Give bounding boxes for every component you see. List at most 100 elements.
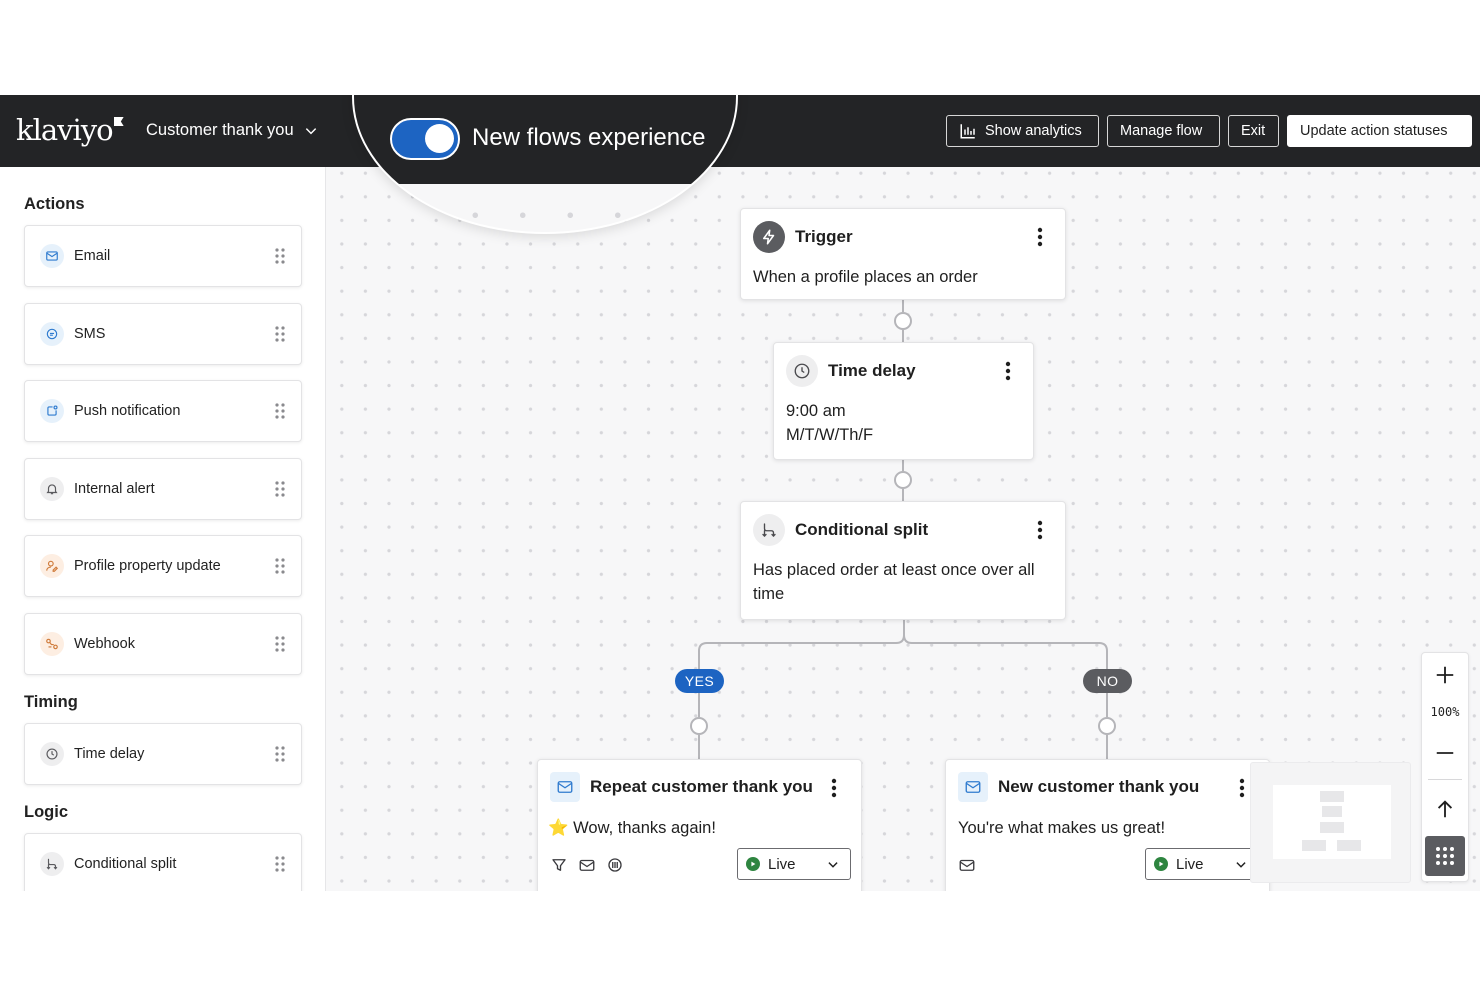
split-icon (753, 514, 785, 546)
sidebar-item-label: Conditional split (74, 856, 177, 872)
manage-flow-button[interactable]: Manage flow (1107, 115, 1220, 147)
minimap-toggle-button[interactable] (1425, 836, 1465, 876)
conditional-split-title: Conditional split (795, 520, 929, 539)
sidebar-item-label: SMS (74, 326, 106, 342)
bell-icon (40, 477, 64, 501)
email-node-header: Repeat customer thank you (550, 772, 813, 802)
lightning-icon (753, 221, 785, 253)
update-action-statuses-button[interactable]: Update action statuses (1287, 115, 1472, 147)
email-node-header: New customer thank you (958, 772, 1199, 802)
status-value: Live (1176, 855, 1204, 873)
time-delay-title: Time delay (828, 361, 916, 380)
zoom-controls: 100% (1421, 652, 1469, 882)
exit-button[interactable]: Exit (1228, 115, 1279, 147)
status-dropdown[interactable]: Live (737, 848, 851, 880)
time-delay-time: 9:00 am (786, 402, 846, 420)
sidebar-item-email[interactable]: Email (24, 225, 302, 287)
more-options-icon[interactable] (1037, 520, 1043, 540)
profile-icon (40, 554, 64, 578)
smart-send-icon[interactable] (606, 856, 624, 874)
chevron-down-icon (828, 862, 838, 868)
more-options-icon[interactable] (1239, 778, 1245, 798)
push-notification-icon (40, 399, 64, 423)
drag-handle-icon[interactable] (275, 636, 285, 652)
filter-icon[interactable] (550, 856, 568, 874)
trigger-header: Trigger (753, 221, 853, 253)
trigger-title: Trigger (795, 227, 853, 246)
flow-minimap[interactable] (1250, 762, 1411, 883)
email-node-title: New customer thank you (998, 777, 1200, 796)
drag-handle-icon[interactable] (275, 481, 285, 497)
sidebar-item-label: Push notification (74, 403, 181, 419)
more-options-icon[interactable] (831, 778, 837, 798)
email-preview-icon[interactable] (958, 856, 976, 874)
yes-branch-label: YES (675, 669, 724, 693)
sidebar-item-label: Internal alert (74, 481, 155, 497)
email-node-title: Repeat customer thank you (590, 777, 813, 796)
email-node-tools (958, 856, 976, 874)
arrow-up-icon (1437, 800, 1453, 818)
zoom-in-button[interactable] (1422, 655, 1468, 695)
zoom-out-button[interactable] (1422, 733, 1468, 773)
split-condition-line2: time (753, 585, 785, 603)
klaviyo-logo[interactable]: klaviyo (16, 113, 124, 147)
flow-builder-app: Trigger When a profile places an order T… (0, 95, 1480, 891)
minimap-viewport (1273, 785, 1391, 859)
chevron-down-icon (305, 127, 316, 134)
email-icon (958, 772, 988, 802)
sidebar-item-internal-alert[interactable]: Internal alert (24, 458, 302, 520)
drag-handle-icon[interactable] (275, 248, 285, 264)
email-node-repeat-customer[interactable]: Repeat customer thank you ⭐ Wow, thanks … (537, 759, 862, 891)
drag-handle-icon[interactable] (275, 326, 285, 342)
scroll-to-top-button[interactable] (1422, 789, 1468, 829)
new-flows-experience-label: New flows experience (472, 124, 706, 151)
drag-handle-icon[interactable] (275, 403, 285, 419)
sidebar-item-webhook[interactable]: Webhook (24, 613, 302, 675)
trigger-node[interactable]: Trigger When a profile places an order (740, 208, 1066, 300)
more-options-icon[interactable] (1037, 227, 1043, 247)
live-status-icon (1154, 857, 1168, 871)
show-analytics-button[interactable]: Show analytics (946, 115, 1099, 147)
sidebar-item-label: Time delay (74, 746, 145, 762)
actions-section-title: Actions (24, 195, 85, 213)
sidebar-item-profile-property-update[interactable]: Profile property update (24, 535, 302, 597)
sidebar-item-push-notification[interactable]: Push notification (24, 380, 302, 442)
drag-handle-icon[interactable] (275, 746, 285, 762)
status-dropdown[interactable]: Live (1145, 848, 1259, 880)
email-subject: You're what makes us great! (958, 819, 1166, 837)
email-subject-line: ⭐ Wow, thanks again! (548, 816, 716, 841)
sidebar-item-sms[interactable]: SMS (24, 303, 302, 365)
sidebar-item-conditional-split[interactable]: Conditional split (24, 833, 302, 891)
time-delay-node[interactable]: Time delay 9:00 am M/T/W/Th/F (773, 342, 1034, 460)
sidebar-item-label: Webhook (74, 636, 135, 652)
drag-handle-icon[interactable] (275, 558, 285, 574)
email-icon (550, 772, 580, 802)
logic-section-title: Logic (24, 803, 68, 821)
sidebar-item-label: Email (74, 248, 111, 264)
star-emoji: ⭐ (548, 819, 569, 837)
toggle-knob (425, 124, 454, 153)
email-preview-icon[interactable] (578, 856, 596, 874)
zoom-divider (1428, 779, 1462, 780)
grid-dots-icon (1436, 847, 1454, 865)
conditional-split-header: Conditional split (753, 514, 928, 546)
split-condition-line1: Has placed order at least once over all (753, 561, 1035, 579)
email-node-tools (550, 856, 624, 874)
minus-icon (1436, 752, 1454, 754)
conditional-split-node[interactable]: Conditional split Has placed order at le… (740, 501, 1066, 620)
live-status-icon (746, 857, 760, 871)
email-icon (40, 244, 64, 268)
sms-icon (40, 322, 64, 346)
trigger-description: When a profile places an order (753, 268, 978, 286)
more-options-icon[interactable] (1005, 361, 1011, 381)
email-node-new-customer[interactable]: New customer thank you You're what makes… (945, 759, 1270, 891)
drag-handle-icon[interactable] (275, 856, 285, 872)
sidebar-item-time-delay[interactable]: Time delay (24, 723, 302, 785)
clock-icon (786, 355, 818, 387)
flow-name-dropdown[interactable]: Customer thank you (146, 121, 318, 140)
time-delay-days: M/T/W/Th/F (786, 426, 874, 444)
split-icon (40, 852, 64, 876)
new-flows-experience-toggle[interactable] (390, 118, 460, 160)
email-subject: Wow, thanks again! (573, 819, 716, 837)
top-bar: klaviyo Customer thank you Show analytic… (0, 95, 1480, 167)
